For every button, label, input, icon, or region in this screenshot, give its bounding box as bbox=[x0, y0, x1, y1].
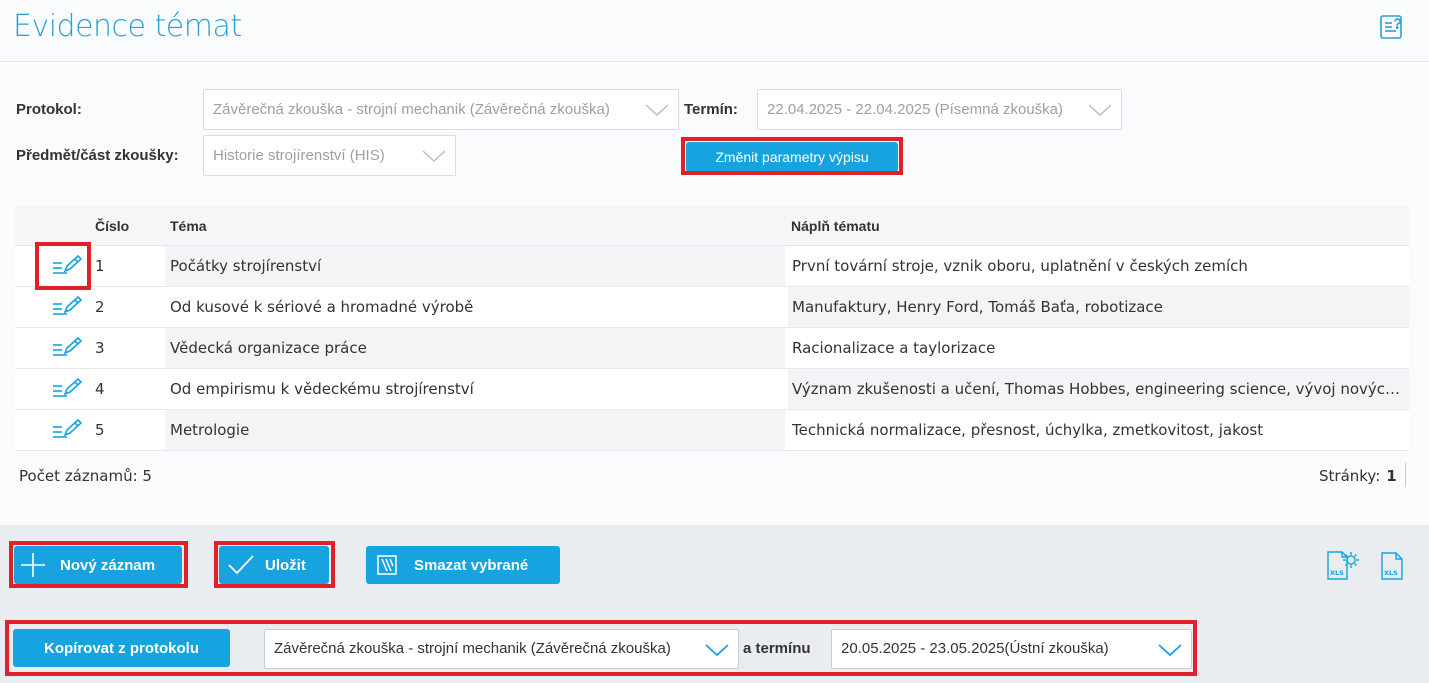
predmet-select[interactable]: Historie strojírenství (HIS) bbox=[203, 135, 456, 176]
cell-tema: Od empirismu k vědeckému strojírenství bbox=[170, 380, 474, 398]
change-parameters-button[interactable]: Změnit parametry výpisu bbox=[686, 142, 898, 172]
chevron-down-icon bbox=[422, 150, 446, 163]
cell-cislo: 1 bbox=[95, 257, 105, 275]
cell-napln: Význam zkušenosti a učení, Thomas Hobbes… bbox=[788, 369, 1409, 409]
chevron-down-icon bbox=[645, 104, 669, 117]
copy-from-protocol-button[interactable]: Kopírovat z protokolu bbox=[13, 629, 230, 667]
edit-pencil-icon[interactable] bbox=[51, 295, 85, 319]
svg-text:XLS: XLS bbox=[1330, 569, 1344, 577]
cell-cislo: 2 bbox=[95, 298, 105, 316]
chevron-down-icon bbox=[1088, 104, 1112, 117]
delete-selected-button[interactable]: Smazat vybrané bbox=[366, 546, 560, 584]
column-header-tema[interactable]: Téma bbox=[170, 206, 207, 246]
predmet-select-value: Historie strojírenství (HIS) bbox=[213, 147, 385, 164]
pages-label: Stránky: bbox=[1319, 467, 1381, 485]
pagination: Stránky: 1 bbox=[1319, 467, 1397, 485]
edit-pencil-icon[interactable] bbox=[51, 336, 85, 360]
edit-pencil-icon[interactable] bbox=[51, 377, 85, 401]
svg-text:XLS: XLS bbox=[1384, 569, 1398, 577]
topics-table: Číslo Téma Náplň tématu 1 Počátky strojí… bbox=[15, 206, 1409, 451]
cell-tema: Metrologie bbox=[165, 410, 785, 450]
new-record-button[interactable]: Nový záznam bbox=[14, 546, 182, 584]
edit-pencil-icon[interactable] bbox=[51, 418, 85, 442]
cell-tema: Od kusové k sériové a hromadné výrobě bbox=[170, 298, 474, 316]
save-button[interactable]: Uložit bbox=[219, 546, 329, 584]
table-row[interactable]: 3 Vědecká organizace práce Racionalizace… bbox=[15, 328, 1409, 369]
table-row[interactable]: 2 Od kusové k sériové a hromadné výrobě … bbox=[15, 287, 1409, 328]
page-header: Evidence témat bbox=[0, 0, 1429, 62]
pagination-divider bbox=[1405, 463, 1406, 487]
new-record-label: Nový záznam bbox=[60, 556, 156, 574]
page-title: Evidence témat bbox=[13, 9, 242, 44]
protokol-label: Protokol: bbox=[16, 101, 82, 118]
cell-napln: Manufaktury, Henry Ford, Tomáš Baťa, rob… bbox=[788, 287, 1409, 327]
cell-cislo: 5 bbox=[95, 421, 105, 439]
cell-napln: Technická normalizace, přesnost, úchylka… bbox=[792, 421, 1264, 439]
copy-term-value: 20.05.2025 - 23.05.2025(Ústní zkouška) bbox=[841, 640, 1109, 657]
table-row[interactable]: 1 Počátky strojírenství První tovární st… bbox=[15, 246, 1409, 287]
cell-tema: Vědecká organizace práce bbox=[165, 328, 785, 368]
table-row[interactable]: 5 Metrologie Technická normalizace, přes… bbox=[15, 410, 1409, 451]
save-label: Uložit bbox=[265, 556, 306, 574]
column-header-cislo[interactable]: Číslo bbox=[95, 206, 129, 246]
termin-select[interactable]: 22.04.2025 - 22.04.2025 (Písemná zkouška… bbox=[757, 89, 1122, 130]
copy-protocol-select[interactable]: Závěrečná zkouška - strojní mechanik (Zá… bbox=[264, 629, 739, 669]
table-row[interactable]: 4 Od empirismu k vědeckému strojírenství… bbox=[15, 369, 1409, 410]
protokol-select-value: Závěrečná zkouška - strojní mechanik (Zá… bbox=[213, 101, 610, 118]
chevron-down-icon bbox=[1158, 644, 1182, 657]
cell-napln: Racionalizace a taylorizace bbox=[792, 339, 996, 357]
xls-settings-icon[interactable]: XLS bbox=[1325, 548, 1361, 587]
chevron-down-icon bbox=[705, 644, 729, 657]
cell-cislo: 4 bbox=[95, 380, 105, 398]
column-header-napln[interactable]: Náplň tématu bbox=[791, 206, 880, 246]
termin-label: Termín: bbox=[684, 101, 738, 118]
page-number[interactable]: 1 bbox=[1386, 467, 1396, 485]
record-count: Počet záznamů: 5 bbox=[19, 467, 152, 485]
copy-term-select[interactable]: 20.05.2025 - 23.05.2025(Ústní zkouška) bbox=[831, 629, 1192, 669]
help-list-icon[interactable] bbox=[1378, 12, 1408, 42]
cell-napln: První tovární stroje, vznik oboru, uplat… bbox=[792, 257, 1248, 275]
copy-protocol-value: Závěrečná zkouška - strojní mechanik (Zá… bbox=[274, 640, 671, 657]
termin-select-value: 22.04.2025 - 22.04.2025 (Písemná zkouška… bbox=[767, 101, 1064, 118]
delete-selected-label: Smazat vybrané bbox=[414, 556, 529, 574]
table-header: Číslo Téma Náplň tématu bbox=[15, 206, 1409, 246]
eraser-icon bbox=[377, 555, 397, 575]
edit-pencil-icon[interactable] bbox=[51, 254, 85, 278]
cell-cislo: 3 bbox=[95, 339, 105, 357]
plus-icon bbox=[21, 553, 45, 577]
xls-export-icon[interactable]: XLS bbox=[1379, 551, 1405, 586]
protokol-select[interactable]: Závěrečná zkouška - strojní mechanik (Zá… bbox=[203, 89, 679, 130]
and-term-label: a termínu bbox=[743, 640, 811, 657]
cell-tema: Počátky strojírenství bbox=[165, 246, 785, 286]
checkmark-icon bbox=[228, 555, 254, 575]
predmet-label: Předmět/část zkoušky: bbox=[16, 147, 179, 164]
